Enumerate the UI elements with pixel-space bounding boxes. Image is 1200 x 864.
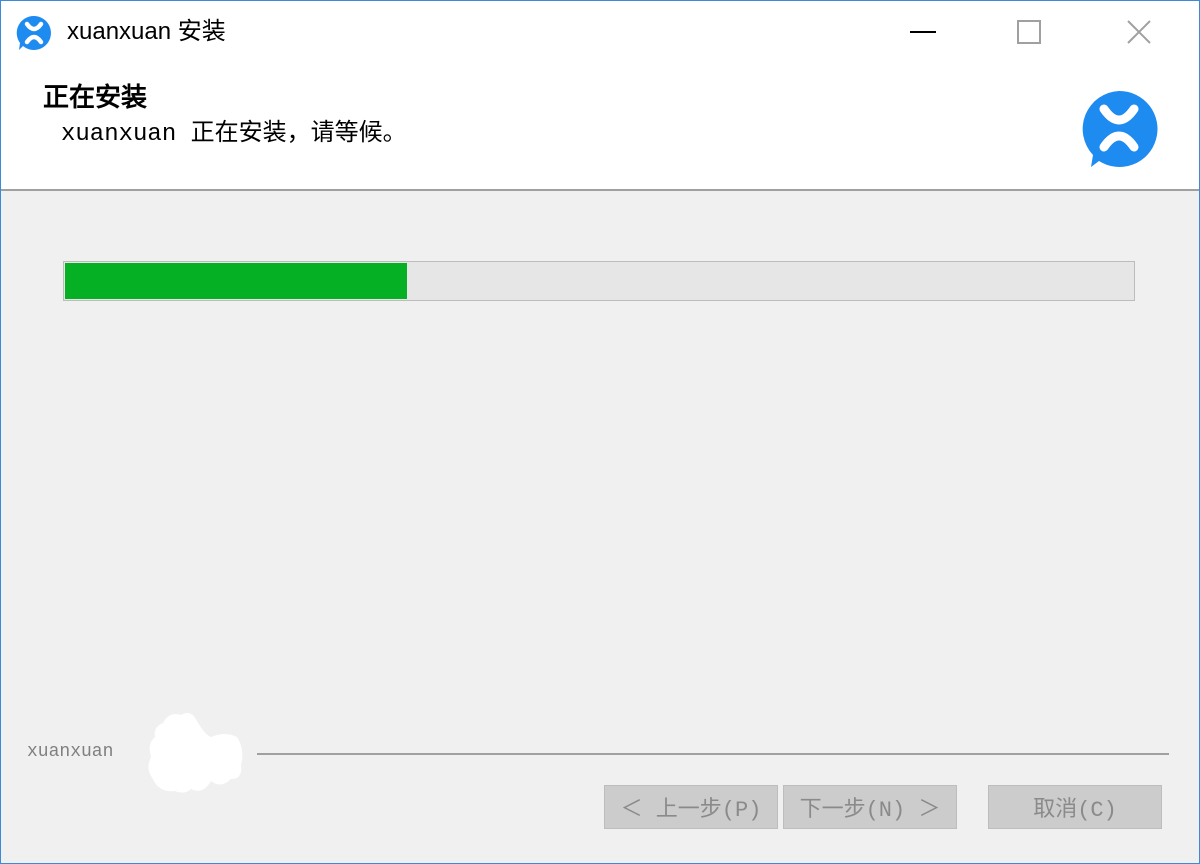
window-title: xuanxuan 安装 (67, 18, 226, 45)
close-icon (1127, 20, 1151, 44)
progress-fill (65, 263, 407, 299)
page-subtitle: xuanxuan 正在安装，请等候。 (61, 121, 407, 148)
minimize-button[interactable] (873, 1, 973, 63)
redaction-blob (148, 713, 243, 793)
brand-label: xuanxuan (27, 742, 114, 762)
page-title: 正在安装 (43, 82, 148, 112)
next-button[interactable]: 下一步(N) ＞ (783, 785, 957, 829)
xuanxuan-logo-icon (1082, 90, 1158, 167)
app-icon (16, 15, 51, 50)
maximize-button[interactable] (979, 1, 1079, 63)
footer-divider (257, 753, 1169, 755)
maximize-icon (1017, 20, 1041, 44)
cancel-button[interactable]: 取消(C) (988, 785, 1162, 829)
installer-window: xuanxuan 安装 正在安装 xuanxuan 正在安装，请等候。 xuan… (0, 0, 1200, 864)
close-button[interactable] (1089, 1, 1189, 63)
minimize-icon (910, 31, 936, 33)
header-panel: 正在安装 xuanxuan 正在安装，请等候。 (1, 63, 1199, 191)
install-progress-bar (63, 261, 1135, 301)
title-bar[interactable]: xuanxuan 安装 (1, 1, 1199, 63)
back-button[interactable]: ＜ 上一步(P) (604, 785, 778, 829)
